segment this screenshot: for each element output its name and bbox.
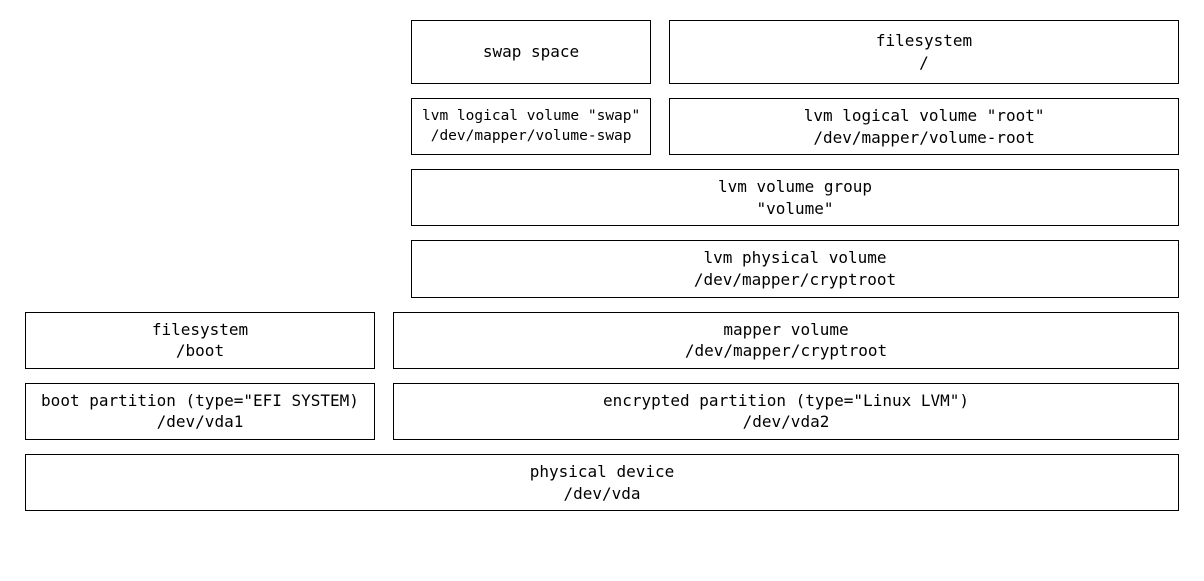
box-lv-swap: lvm logical volume "swap" /dev/mapper/vo… xyxy=(411,98,651,155)
lv-root-label: lvm logical volume "root" xyxy=(804,105,1045,127)
swap-space-label: swap space xyxy=(483,41,579,63)
vg-label: lvm volume group xyxy=(718,176,872,198)
pv-path: /dev/mapper/cryptroot xyxy=(694,269,896,291)
row-logical-volumes: lvm logical volume "swap" /dev/mapper/vo… xyxy=(25,98,1179,155)
mapper-path: /dev/mapper/cryptroot xyxy=(685,340,887,362)
mapper-label: mapper volume xyxy=(723,319,848,341)
box-mapper-volume: mapper volume /dev/mapper/cryptroot xyxy=(393,312,1179,369)
boot-part-path: /dev/vda1 xyxy=(157,411,244,433)
storage-stack-diagram: swap space filesystem / lvm logical volu… xyxy=(25,20,1179,511)
box-physical-device: physical device /dev/vda xyxy=(25,454,1179,511)
spacer xyxy=(25,169,393,226)
enc-part-path: /dev/vda2 xyxy=(743,411,830,433)
row-volume-group: lvm volume group "volume" xyxy=(25,169,1179,226)
row-physical-device: physical device /dev/vda xyxy=(25,454,1179,511)
filesystem-root-path: / xyxy=(919,52,929,74)
row-physical-volume: lvm physical volume /dev/mapper/cryptroo… xyxy=(25,240,1179,297)
row-partitions: boot partition (type="EFI SYSTEM) /dev/v… xyxy=(25,383,1179,440)
boot-part-label: boot partition (type="EFI SYSTEM) xyxy=(41,390,359,412)
box-filesystem-root: filesystem / xyxy=(669,20,1179,84)
phys-dev-path: /dev/vda xyxy=(563,483,640,505)
box-boot-filesystem: filesystem /boot xyxy=(25,312,375,369)
row-mapper-and-bootfs: filesystem /boot mapper volume /dev/mapp… xyxy=(25,312,1179,369)
filesystem-root-label: filesystem xyxy=(876,30,972,52)
box-swap-space: swap space xyxy=(411,20,651,84)
enc-part-label: encrypted partition (type="Linux LVM") xyxy=(603,390,969,412)
vg-name: "volume" xyxy=(756,198,833,220)
lv-root-path: /dev/mapper/volume-root xyxy=(813,127,1035,149)
box-lv-root: lvm logical volume "root" /dev/mapper/vo… xyxy=(669,98,1179,155)
row-top-usage: swap space filesystem / xyxy=(25,20,1179,84)
boot-fs-path: /boot xyxy=(176,340,224,362)
pv-label: lvm physical volume xyxy=(703,247,886,269)
box-boot-partition: boot partition (type="EFI SYSTEM) /dev/v… xyxy=(25,383,375,440)
box-volume-group: lvm volume group "volume" xyxy=(411,169,1179,226)
boot-fs-label: filesystem xyxy=(152,319,248,341)
spacer xyxy=(25,20,393,84)
box-physical-volume: lvm physical volume /dev/mapper/cryptroo… xyxy=(411,240,1179,297)
spacer xyxy=(25,240,393,297)
lv-swap-path: /dev/mapper/volume-swap xyxy=(431,127,632,147)
lv-swap-label: lvm logical volume "swap" xyxy=(422,107,640,127)
box-encrypted-partition: encrypted partition (type="Linux LVM") /… xyxy=(393,383,1179,440)
phys-dev-label: physical device xyxy=(530,461,675,483)
spacer xyxy=(25,98,393,155)
